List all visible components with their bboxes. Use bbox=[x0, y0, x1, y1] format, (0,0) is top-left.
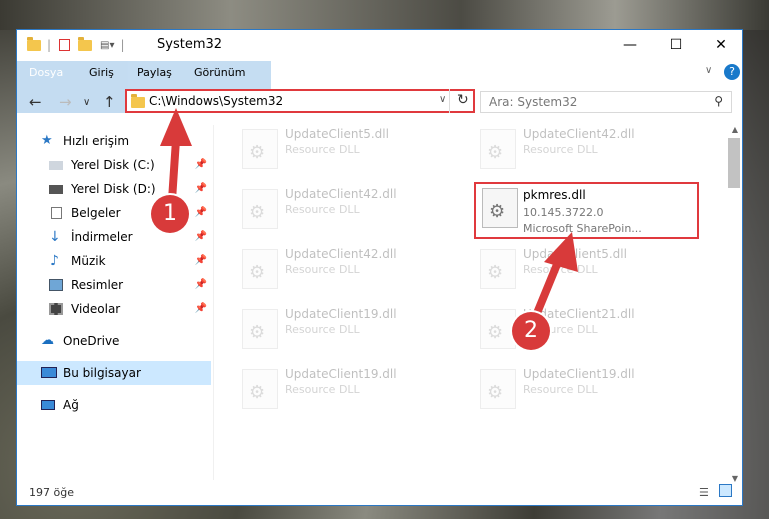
annotation-arrows bbox=[160, 108, 578, 322]
step-2-badge: 2 bbox=[512, 312, 550, 350]
step-1-badge: 1 bbox=[151, 195, 189, 233]
